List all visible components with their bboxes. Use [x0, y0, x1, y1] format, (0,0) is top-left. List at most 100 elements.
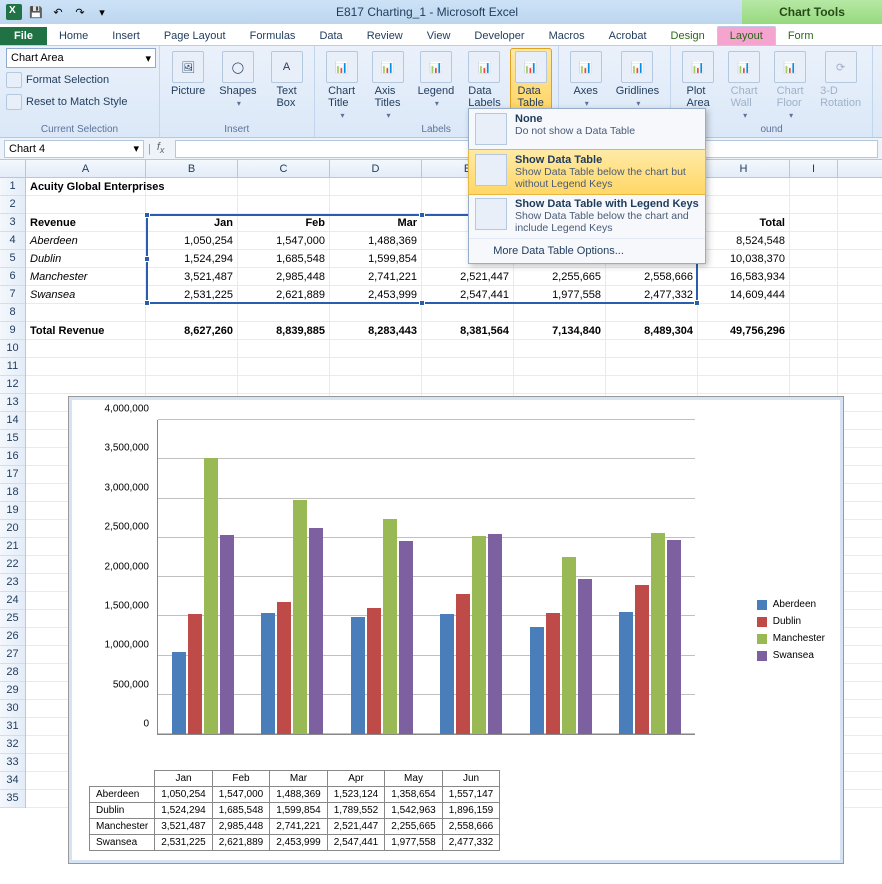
qat-dropdown-icon[interactable]: ▾	[92, 3, 112, 21]
cell-G8[interactable]	[606, 304, 698, 321]
bar-Manchester-Apr[interactable]	[472, 536, 486, 734]
legend-item-Dublin[interactable]: Dublin	[757, 616, 825, 627]
cells[interactable]: 0500,0001,000,0001,500,0002,000,0002,500…	[26, 178, 882, 808]
col-header-C[interactable]: C	[238, 160, 330, 177]
row-header-1[interactable]: 1	[0, 178, 25, 196]
cell-D9[interactable]: 8,283,443	[330, 322, 422, 339]
tab-view[interactable]: View	[415, 27, 463, 45]
dd-option-keys[interactable]: Show Data Table with Legend KeysShow Dat…	[469, 194, 705, 239]
cell-C5[interactable]: 1,685,548	[238, 250, 330, 267]
row-header-5[interactable]: 5	[0, 250, 25, 268]
chart-legend[interactable]: Aberdeen Dublin Manchester Swansea	[757, 593, 825, 667]
cell-D10[interactable]	[330, 340, 422, 357]
cell-E11[interactable]	[422, 358, 514, 375]
cell-E9[interactable]: 8,381,564	[422, 322, 514, 339]
row-header-31[interactable]: 31	[0, 718, 25, 736]
excel-icon[interactable]	[4, 3, 24, 21]
row-header-3[interactable]: 3	[0, 214, 25, 232]
col-header-I[interactable]: I	[790, 160, 838, 177]
cell-G12[interactable]	[606, 376, 698, 393]
bar-Dublin-Jun[interactable]	[635, 585, 649, 734]
row-header-24[interactable]: 24	[0, 592, 25, 610]
picture-button[interactable]: 🖼Picture	[166, 48, 210, 100]
row-header-17[interactable]: 17	[0, 466, 25, 484]
bar-Aberdeen-Feb[interactable]	[261, 613, 275, 734]
col-header-B[interactable]: B	[146, 160, 238, 177]
bar-Aberdeen-Mar[interactable]	[351, 617, 365, 734]
row-header-21[interactable]: 21	[0, 538, 25, 556]
row-header-29[interactable]: 29	[0, 682, 25, 700]
cell-B7[interactable]: 2,531,225	[146, 286, 238, 303]
cell-H12[interactable]	[698, 376, 790, 393]
textbox-button[interactable]: AText Box	[266, 48, 308, 112]
cell-C3[interactable]: Feb	[238, 214, 330, 231]
row-header-28[interactable]: 28	[0, 664, 25, 682]
row-header-33[interactable]: 33	[0, 754, 25, 772]
cell-E8[interactable]	[422, 304, 514, 321]
legend-button[interactable]: 📊Legend	[413, 48, 460, 111]
dd-option-show[interactable]: Show Data TableShow Data Table below the…	[468, 149, 706, 195]
cell-A8[interactable]	[26, 304, 146, 321]
cell-H4[interactable]: 8,524,548	[698, 232, 790, 249]
cell-I10[interactable]	[790, 340, 838, 357]
cell-D2[interactable]	[330, 196, 422, 213]
cell-A12[interactable]	[26, 376, 146, 393]
cell-C1[interactable]	[238, 178, 330, 195]
cell-C7[interactable]: 2,621,889	[238, 286, 330, 303]
cell-B12[interactable]	[146, 376, 238, 393]
row-header-34[interactable]: 34	[0, 772, 25, 790]
axis-titles-button[interactable]: 📊Axis Titles	[367, 48, 409, 123]
row-header-11[interactable]: 11	[0, 358, 25, 376]
cell-I3[interactable]	[790, 214, 838, 231]
cell-C8[interactable]	[238, 304, 330, 321]
cell-B10[interactable]	[146, 340, 238, 357]
cell-I11[interactable]	[790, 358, 838, 375]
embedded-chart[interactable]: 0500,0001,000,0001,500,0002,000,0002,500…	[68, 396, 844, 864]
cell-H3[interactable]: Total	[698, 214, 790, 231]
undo-icon[interactable]: ↶	[48, 3, 68, 21]
row-header-8[interactable]: 8	[0, 304, 25, 322]
cell-I1[interactable]	[790, 178, 838, 195]
redo-icon[interactable]: ↷	[70, 3, 90, 21]
cell-C9[interactable]: 8,839,885	[238, 322, 330, 339]
bar-Manchester-Mar[interactable]	[383, 519, 397, 734]
tab-layout[interactable]: Layout	[717, 26, 776, 45]
cell-D5[interactable]: 1,599,854	[330, 250, 422, 267]
cell-B6[interactable]: 3,521,487	[146, 268, 238, 285]
bar-Aberdeen-May[interactable]	[530, 627, 544, 734]
row-header-15[interactable]: 15	[0, 430, 25, 448]
cell-B11[interactable]	[146, 358, 238, 375]
bar-Swansea-Mar[interactable]	[399, 541, 413, 734]
cell-D7[interactable]: 2,453,999	[330, 286, 422, 303]
cell-D6[interactable]: 2,741,221	[330, 268, 422, 285]
bar-Dublin-Feb[interactable]	[277, 602, 291, 734]
legend-item-Manchester[interactable]: Manchester	[757, 633, 825, 644]
cell-H11[interactable]	[698, 358, 790, 375]
row-header-26[interactable]: 26	[0, 628, 25, 646]
cell-I12[interactable]	[790, 376, 838, 393]
bar-Swansea-Feb[interactable]	[309, 528, 323, 734]
cell-C4[interactable]: 1,547,000	[238, 232, 330, 249]
cell-I4[interactable]	[790, 232, 838, 249]
cell-F6[interactable]: 2,255,665	[514, 268, 606, 285]
legend-item-Aberdeen[interactable]: Aberdeen	[757, 599, 825, 610]
row-header-7[interactable]: 7	[0, 286, 25, 304]
cell-I8[interactable]	[790, 304, 838, 321]
cell-C11[interactable]	[238, 358, 330, 375]
row-header-35[interactable]: 35	[0, 790, 25, 808]
cell-I7[interactable]	[790, 286, 838, 303]
cell-D8[interactable]	[330, 304, 422, 321]
bar-Dublin-Jan[interactable]	[188, 614, 202, 734]
legend-item-Swansea[interactable]: Swansea	[757, 650, 825, 661]
cell-D12[interactable]	[330, 376, 422, 393]
row-header-2[interactable]: 2	[0, 196, 25, 214]
cell-E12[interactable]	[422, 376, 514, 393]
cell-A10[interactable]	[26, 340, 146, 357]
tab-formulas[interactable]: Formulas	[238, 27, 308, 45]
tab-acrobat[interactable]: Acrobat	[597, 27, 659, 45]
cell-C2[interactable]	[238, 196, 330, 213]
tab-home[interactable]: Home	[47, 27, 100, 45]
cell-H8[interactable]	[698, 304, 790, 321]
cell-F9[interactable]: 7,134,840	[514, 322, 606, 339]
cell-H2[interactable]	[698, 196, 790, 213]
